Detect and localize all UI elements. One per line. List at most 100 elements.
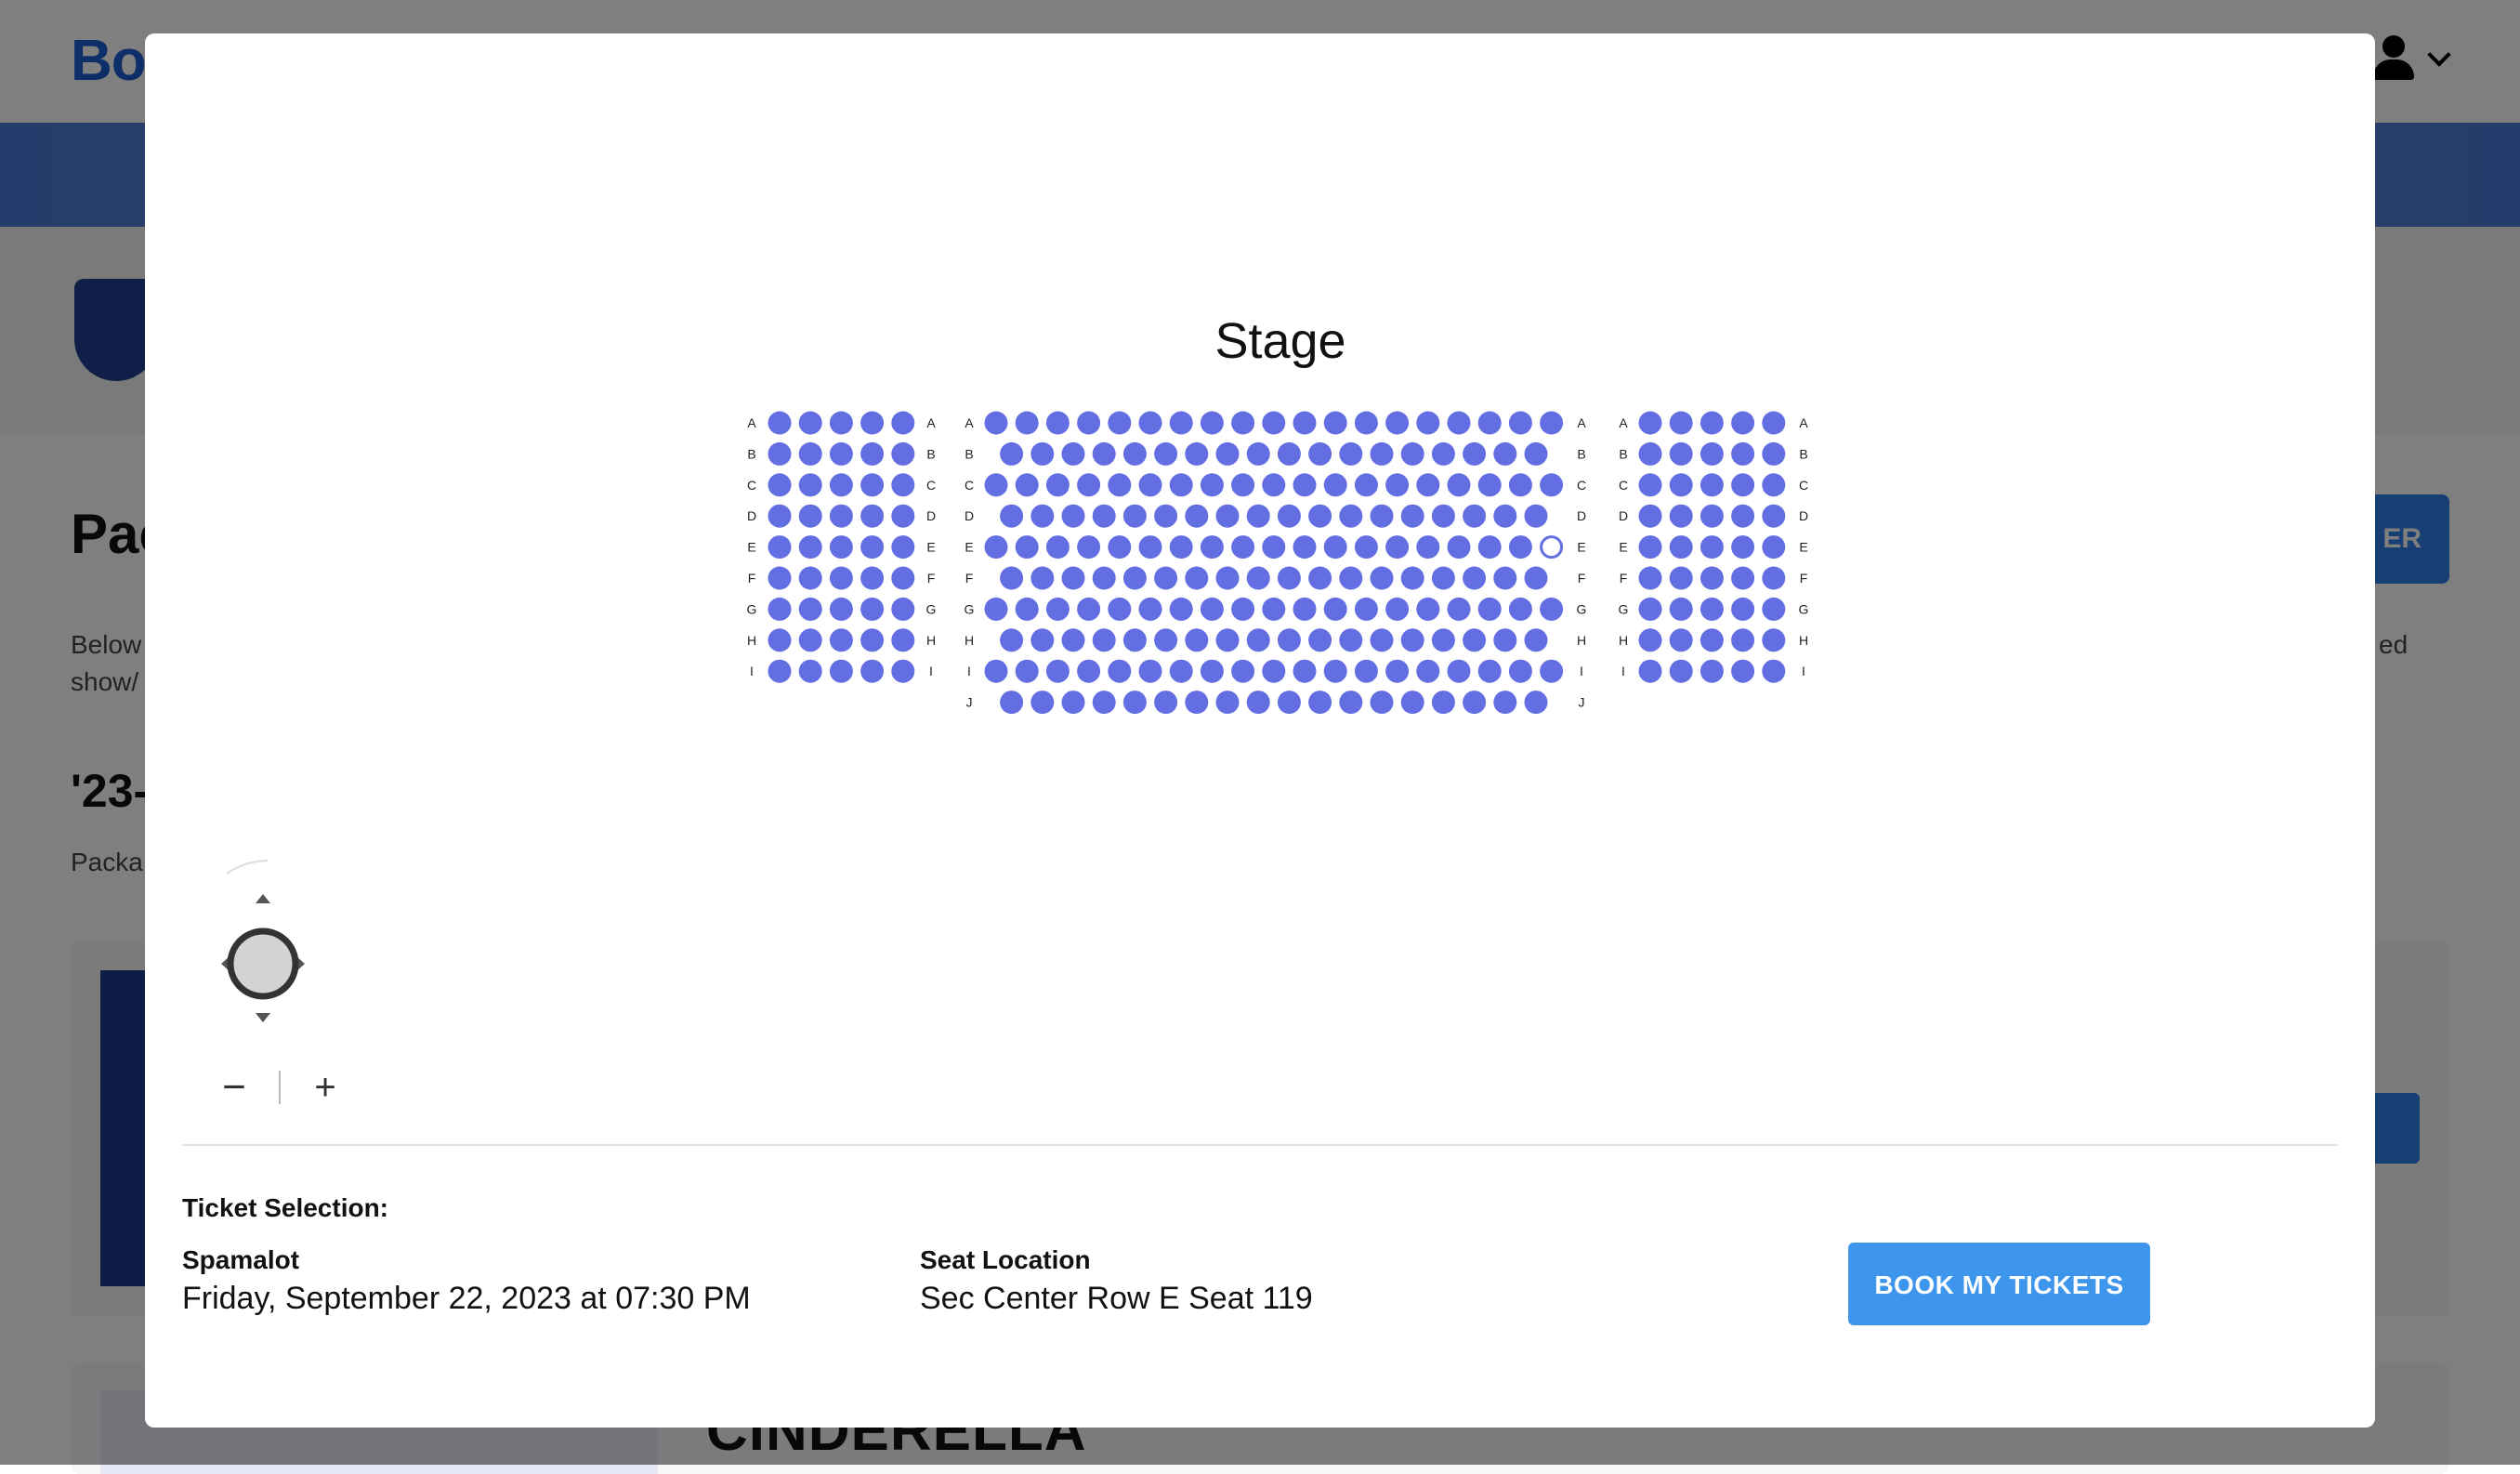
seat[interactable]	[860, 473, 885, 497]
seat[interactable]	[1370, 566, 1394, 590]
seat[interactable]	[1354, 535, 1378, 559]
seat[interactable]	[1000, 441, 1024, 466]
seat[interactable]	[1277, 566, 1301, 590]
seat[interactable]	[891, 411, 915, 435]
seat[interactable]	[1262, 597, 1286, 621]
seat[interactable]	[1477, 411, 1502, 435]
seat[interactable]	[1700, 628, 1724, 652]
seat[interactable]	[1416, 659, 1440, 683]
seat[interactable]	[1154, 504, 1178, 528]
seat[interactable]	[1169, 473, 1193, 497]
seat[interactable]	[1700, 566, 1724, 590]
seat[interactable]	[1293, 535, 1317, 559]
seat[interactable]	[1122, 628, 1147, 652]
seat[interactable]	[1354, 597, 1378, 621]
seat[interactable]	[1447, 411, 1471, 435]
seat[interactable]	[860, 597, 885, 621]
seat[interactable]	[798, 659, 822, 683]
seat[interactable]	[1277, 504, 1301, 528]
seat[interactable]	[1308, 504, 1332, 528]
seat[interactable]	[1077, 535, 1101, 559]
seat[interactable]	[1308, 441, 1332, 466]
seat[interactable]	[1169, 411, 1193, 435]
seat[interactable]	[1323, 473, 1347, 497]
seat[interactable]	[1169, 659, 1193, 683]
seat[interactable]	[984, 659, 1008, 683]
seat[interactable]	[1731, 411, 1755, 435]
seat[interactable]	[1030, 441, 1055, 466]
seat-selected[interactable]	[1540, 535, 1564, 559]
seat[interactable]	[1540, 473, 1564, 497]
seat[interactable]	[1077, 411, 1101, 435]
seat[interactable]	[1731, 504, 1755, 528]
seat[interactable]	[1308, 628, 1332, 652]
seat[interactable]	[1108, 535, 1132, 559]
seat[interactable]	[1762, 597, 1786, 621]
seat[interactable]	[1215, 691, 1240, 715]
seat[interactable]	[1416, 473, 1440, 497]
seat[interactable]	[1308, 691, 1332, 715]
seat[interactable]	[1669, 473, 1693, 497]
seat[interactable]	[1015, 597, 1039, 621]
seat[interactable]	[1638, 659, 1662, 683]
seat[interactable]	[829, 659, 853, 683]
seat[interactable]	[1231, 473, 1255, 497]
seat[interactable]	[1246, 566, 1270, 590]
seat[interactable]	[768, 628, 792, 652]
seat[interactable]	[1030, 566, 1055, 590]
seat[interactable]	[1762, 535, 1786, 559]
seat[interactable]	[768, 504, 792, 528]
seat[interactable]	[1185, 441, 1209, 466]
seat[interactable]	[1669, 597, 1693, 621]
seat[interactable]	[1700, 597, 1724, 621]
seat[interactable]	[1000, 628, 1024, 652]
seat[interactable]	[1638, 628, 1662, 652]
seat[interactable]	[1354, 659, 1378, 683]
seat[interactable]	[984, 597, 1008, 621]
seat[interactable]	[1277, 628, 1301, 652]
seat[interactable]	[1200, 411, 1224, 435]
seat[interactable]	[1339, 566, 1363, 590]
seat[interactable]	[768, 597, 792, 621]
seat[interactable]	[1154, 566, 1178, 590]
seat[interactable]	[1277, 441, 1301, 466]
seat[interactable]	[1493, 504, 1517, 528]
seat[interactable]	[1092, 504, 1116, 528]
seat[interactable]	[768, 535, 792, 559]
seat[interactable]	[1108, 411, 1132, 435]
seat[interactable]	[1122, 691, 1147, 715]
seat[interactable]	[1431, 691, 1455, 715]
seat[interactable]	[1200, 659, 1224, 683]
seat[interactable]	[1323, 597, 1347, 621]
seat[interactable]	[860, 659, 885, 683]
seat[interactable]	[1400, 628, 1424, 652]
seat[interactable]	[1463, 504, 1487, 528]
seat[interactable]	[1762, 504, 1786, 528]
seat[interactable]	[1077, 473, 1101, 497]
seat[interactable]	[1154, 441, 1178, 466]
seat[interactable]	[1493, 628, 1517, 652]
seat[interactable]	[1077, 597, 1101, 621]
seat[interactable]	[891, 566, 915, 590]
seat[interactable]	[829, 411, 853, 435]
seat[interactable]	[1477, 535, 1502, 559]
seat[interactable]	[1045, 411, 1070, 435]
seat[interactable]	[1293, 473, 1317, 497]
seat[interactable]	[984, 535, 1008, 559]
seat[interactable]	[1463, 441, 1487, 466]
seat[interactable]	[829, 597, 853, 621]
seat[interactable]	[1293, 659, 1317, 683]
seat[interactable]	[1431, 566, 1455, 590]
seat[interactable]	[891, 535, 915, 559]
seat[interactable]	[1354, 473, 1378, 497]
seat[interactable]	[1431, 441, 1455, 466]
seat[interactable]	[1323, 411, 1347, 435]
seat[interactable]	[1700, 441, 1724, 466]
seat[interactable]	[1638, 535, 1662, 559]
seat[interactable]	[1061, 504, 1085, 528]
pan-down-icon[interactable]	[256, 1013, 270, 1022]
seat[interactable]	[1246, 504, 1270, 528]
seat[interactable]	[1508, 535, 1532, 559]
seat[interactable]	[1323, 535, 1347, 559]
seat[interactable]	[1508, 659, 1532, 683]
